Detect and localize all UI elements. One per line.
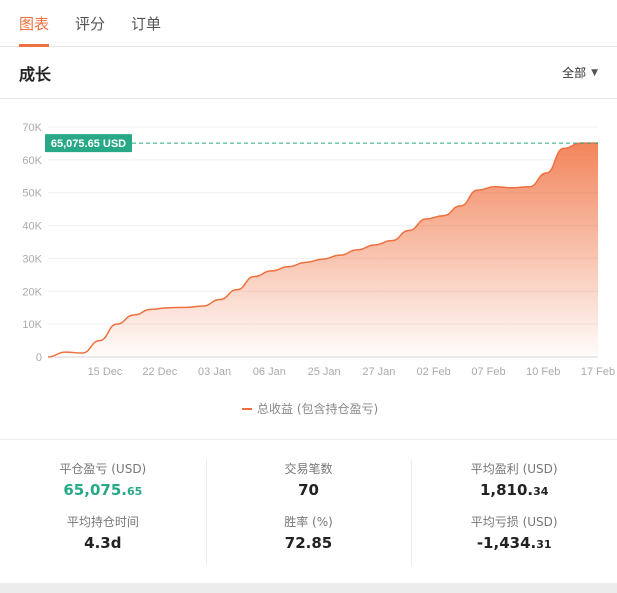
stat-label: 平仓盈亏 (USD)	[59, 462, 147, 476]
stat-value-dec: 31	[536, 538, 552, 551]
stats-column-1: 平仓盈亏 (USD) 65,075.65 平均持仓时间 4.3d	[0, 440, 206, 583]
x-tick-label: 03 Jan	[198, 366, 231, 378]
section-header: 成长 全部 ▼	[0, 47, 617, 99]
stat-value-int: 65,075.	[63, 481, 127, 499]
growth-chart: 0 10K 20K 30K 40K 50K 60K 70K 15 Dec 22 Dec 03 Jan…	[0, 99, 617, 439]
stat-value-dec: 65	[126, 485, 143, 498]
section-title: 成长	[19, 64, 52, 84]
stat-label: 平均持仓时间	[66, 515, 139, 529]
stat-value: 65,075.65	[0, 481, 206, 499]
y-tick-label: 10K	[22, 319, 42, 331]
caret-down-icon: ▼	[591, 67, 598, 78]
y-tick-label: 40K	[22, 221, 42, 233]
x-tick-label: 06 Jan	[253, 366, 286, 378]
stat-avg-loss: 平均亏损 (USD) -1,434.31	[411, 513, 617, 552]
growth-chart-svg: 0 10K 20K 30K 40K 50K 60K 70K 15 Dec 22 Dec 03 Jan…	[22, 122, 615, 416]
stat-value-int: 1,810.	[479, 481, 534, 499]
x-tick-label: 27 Jan	[362, 366, 395, 378]
x-tick-label: 15 Dec	[88, 366, 123, 378]
max-value-label: 65,075.65 USD	[51, 138, 126, 150]
y-tick-label: 70K	[22, 122, 42, 134]
stats-column-3: 平均盈利 (USD) 1,810.34 平均亏损 (USD) -1,434.31	[411, 440, 617, 583]
y-tick-label: 60K	[22, 155, 42, 167]
y-tick-label: 30K	[22, 253, 42, 265]
tab-bar: 图表 评分 订单	[0, 0, 617, 47]
stat-realized-pnl: 平仓盈亏 (USD) 65,075.65	[0, 460, 206, 499]
y-tick-label: 20K	[22, 286, 42, 298]
stat-trade-count: 交易笔数 70	[206, 460, 412, 499]
stat-value: 72.85	[284, 534, 333, 552]
x-tick-label: 10 Feb	[526, 366, 560, 378]
y-tick-label: 0	[36, 352, 42, 364]
stat-label: 平均亏损 (USD)	[470, 515, 558, 529]
stats-panel: 平仓盈亏 (USD) 65,075.65 平均持仓时间 4.3d 交易笔数 70…	[0, 439, 617, 583]
x-tick-label: 25 Jan	[308, 366, 341, 378]
x-tick-label: 07 Feb	[471, 366, 505, 378]
stat-value: 70	[298, 481, 319, 499]
legend-label: 总收益 (包含持仓盈亏)	[257, 401, 378, 416]
stat-avg-profit: 平均盈利 (USD) 1,810.34	[411, 460, 617, 499]
y-tick-label: 50K	[22, 188, 42, 200]
stat-label: 胜率 (%)	[284, 515, 333, 529]
stat-value: -1,434.31	[411, 534, 617, 552]
stat-value-dec: 34	[533, 485, 549, 498]
footer-divider	[0, 583, 617, 593]
stat-value-int: -1,434.	[476, 534, 537, 552]
x-tick-label: 22 Dec	[142, 366, 177, 378]
stat-value: 4.3d	[84, 534, 122, 552]
range-filter-label: 全部	[562, 66, 587, 80]
series-area	[48, 143, 598, 357]
x-tick-label: 17 Feb	[581, 366, 615, 378]
stats-column-2: 交易笔数 70 胜率 (%) 72.85	[205, 440, 412, 583]
stat-value: 1,810.34	[411, 481, 617, 499]
stat-label: 交易笔数	[284, 462, 333, 476]
x-tick-label: 02 Feb	[417, 366, 451, 378]
tab-rating[interactable]: 评分	[75, 13, 105, 46]
stat-label: 平均盈利 (USD)	[470, 462, 558, 476]
stat-win-rate: 胜率 (%) 72.85	[206, 513, 412, 552]
tab-orders[interactable]: 订单	[131, 13, 161, 46]
stat-avg-hold-time: 平均持仓时间 4.3d	[0, 513, 206, 552]
range-filter-dropdown[interactable]: 全部 ▼	[562, 64, 598, 81]
tab-chart[interactable]: 图表	[19, 13, 50, 47]
